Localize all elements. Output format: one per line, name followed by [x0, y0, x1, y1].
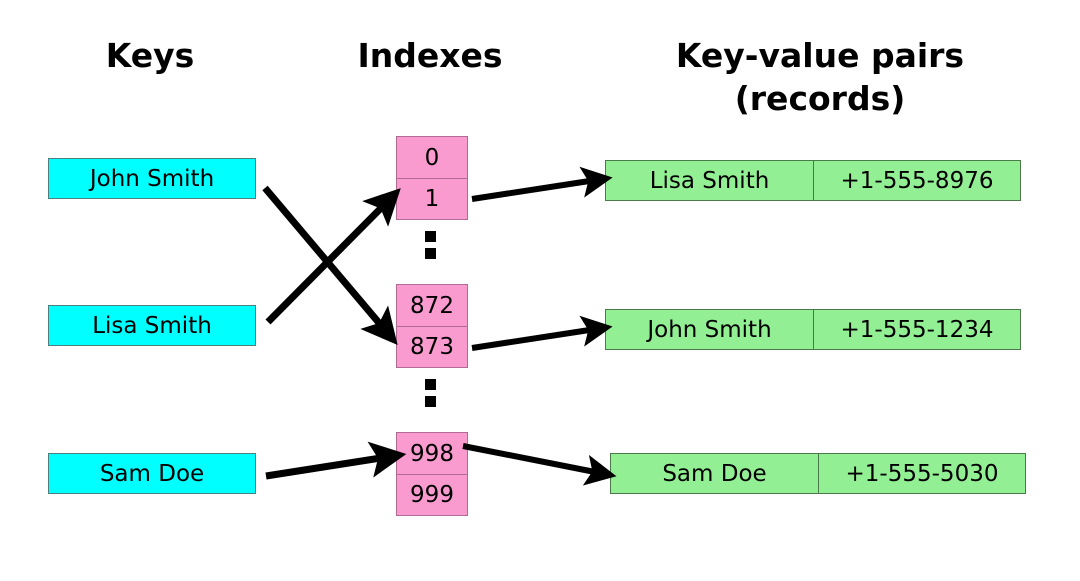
- record-value: +1-555-5030: [818, 454, 1025, 493]
- vertical-ellipsis-icon-top: [424, 231, 438, 265]
- arrow-index-1-to-record-lisa-smith: [471, 166, 613, 202]
- column-heading-indexes: Indexes: [357, 36, 503, 75]
- record-name: Lisa Smith: [649, 167, 770, 194]
- hash-table-diagram: Keys Indexes Key-value pairs (records) J…: [0, 0, 1080, 581]
- key-box-sam-doe[interactable]: Sam Doe: [48, 453, 256, 494]
- record-name: Sam Doe: [662, 460, 767, 487]
- index-cell-873[interactable]: 873: [397, 326, 467, 367]
- index-group-bottom: 998 999: [396, 432, 468, 516]
- index-cell-872[interactable]: 872: [397, 285, 467, 326]
- arrow-john-smith-to-index-873: [262, 185, 398, 345]
- index-group-top: 0 1: [396, 136, 468, 220]
- record-box-lisa-smith[interactable]: Lisa Smith +1-555-8976: [605, 160, 1021, 201]
- vertical-ellipsis-icon-bottom: [424, 379, 438, 413]
- key-label: Lisa Smith: [92, 312, 212, 339]
- index-cell-0[interactable]: 0: [397, 137, 467, 178]
- record-name: John Smith: [647, 316, 772, 343]
- key-label: John Smith: [89, 165, 215, 192]
- index-cell-998[interactable]: 998: [397, 433, 467, 474]
- record-box-john-smith[interactable]: John Smith +1-555-1234: [605, 309, 1021, 350]
- record-value: +1-555-8976: [813, 161, 1020, 200]
- index-group-middle: 872 873: [396, 284, 468, 368]
- arrow-sam-doe-to-index-998: [265, 441, 407, 480]
- column-heading-key-value-pairs: Key-value pairs (records): [675, 36, 965, 118]
- record-box-sam-doe[interactable]: Sam Doe +1-555-5030: [610, 453, 1026, 494]
- key-box-john-smith[interactable]: John Smith: [48, 158, 256, 199]
- index-cell-1[interactable]: 1: [397, 178, 467, 219]
- column-heading-keys: Keys: [105, 36, 195, 75]
- key-box-lisa-smith[interactable]: Lisa Smith: [48, 305, 256, 346]
- key-label: Sam Doe: [99, 460, 205, 487]
- arrow-lisa-smith-to-index-1: [265, 188, 401, 325]
- index-cell-999[interactable]: 999: [397, 474, 467, 515]
- arrow-index-873-to-record-john-smith: [471, 315, 613, 351]
- arrow-index-998-to-record-sam-doe: [462, 443, 617, 486]
- record-value: +1-555-1234: [813, 310, 1020, 349]
